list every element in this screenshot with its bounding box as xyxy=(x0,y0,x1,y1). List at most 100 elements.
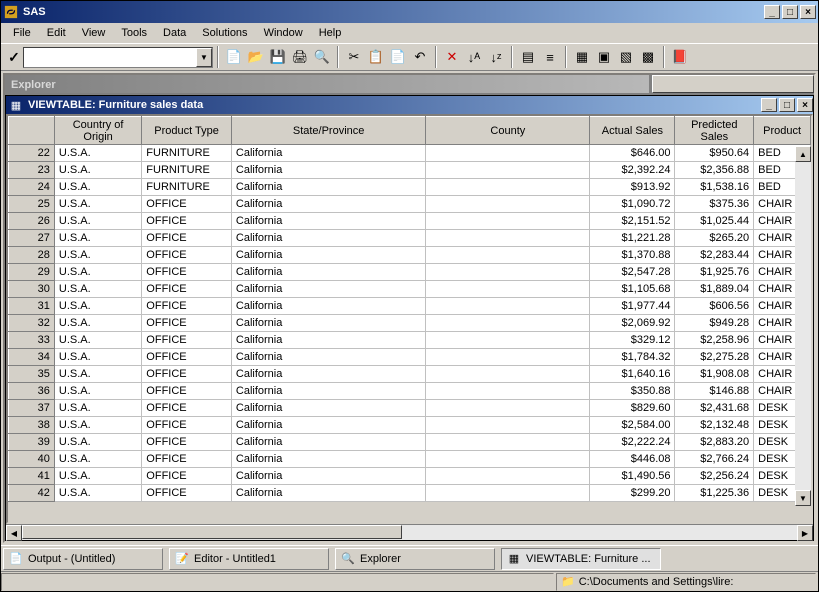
maximize-button[interactable]: □ xyxy=(782,5,798,19)
cell-actual[interactable]: $646.00 xyxy=(590,145,675,162)
child-close-button[interactable]: × xyxy=(797,98,813,112)
new-icon[interactable]: 📄 xyxy=(223,46,245,68)
scroll-down-icon[interactable]: ▼ xyxy=(795,490,811,506)
row-number[interactable]: 32 xyxy=(9,315,55,332)
cell-state[interactable]: California xyxy=(231,349,425,366)
cell-actual[interactable]: $329.12 xyxy=(590,332,675,349)
cell-country[interactable]: U.S.A. xyxy=(54,400,141,417)
cell-state[interactable]: California xyxy=(231,417,425,434)
table-row[interactable]: 39U.S.A.OFFICECalifornia$2,222.24$2,883.… xyxy=(9,434,811,451)
cell-country[interactable]: U.S.A. xyxy=(54,162,141,179)
table-row[interactable]: 23U.S.A.FURNITURECalifornia $2,392.24$2,3… xyxy=(9,162,811,179)
cell-state[interactable]: California xyxy=(231,162,425,179)
menu-help[interactable]: Help xyxy=(311,25,350,41)
cell-predicted[interactable]: $146.88 xyxy=(675,383,754,400)
column-header-actual[interactable]: Actual Sales xyxy=(590,117,675,145)
row-number[interactable]: 33 xyxy=(9,332,55,349)
save-icon[interactable]: 💾 xyxy=(267,46,289,68)
cell-county[interactable] xyxy=(426,315,590,332)
cell-ptype[interactable]: FURNITURE xyxy=(142,162,232,179)
cell-predicted[interactable]: $2,766.24 xyxy=(675,451,754,468)
cell-predicted[interactable]: $2,883.20 xyxy=(675,434,754,451)
cell-county[interactable] xyxy=(426,468,590,485)
menu-solutions[interactable]: Solutions xyxy=(194,25,255,41)
cell-actual[interactable]: $913.92 xyxy=(590,179,675,196)
table-row[interactable]: 36U.S.A.OFFICECalifornia$350.88$146.88CH… xyxy=(9,383,811,400)
cell-ptype[interactable]: OFFICE xyxy=(142,196,232,213)
cell-ptype[interactable]: OFFICE xyxy=(142,468,232,485)
cell-county[interactable] xyxy=(426,264,590,281)
table-row[interactable]: 25U.S.A.OFFICECalifornia$1,090.72$375.36… xyxy=(9,196,811,213)
cell-predicted[interactable]: $1,908.08 xyxy=(675,366,754,383)
cell-county[interactable] xyxy=(426,434,590,451)
vertical-scrollbar[interactable]: ▲ ▼ xyxy=(795,146,811,506)
cell-state[interactable]: California xyxy=(231,179,425,196)
cell-ptype[interactable]: OFFICE xyxy=(142,349,232,366)
cell-country[interactable]: U.S.A. xyxy=(54,451,141,468)
table-row[interactable]: 38U.S.A.OFFICECalifornia$2,584.00$2,132.… xyxy=(9,417,811,434)
cell-ptype[interactable]: OFFICE xyxy=(142,434,232,451)
row-number[interactable]: 28 xyxy=(9,247,55,264)
cell-state[interactable]: California xyxy=(231,451,425,468)
column-header-predicted[interactable]: Predicted Sales xyxy=(675,117,754,145)
task-button[interactable]: ▦VIEWTABLE: Furniture ... xyxy=(501,548,661,570)
menu-tools[interactable]: Tools xyxy=(113,25,155,41)
cell-ptype[interactable]: OFFICE xyxy=(142,366,232,383)
cell-predicted[interactable]: $606.56 xyxy=(675,298,754,315)
cell-actual[interactable]: $1,784.32 xyxy=(590,349,675,366)
cell-predicted[interactable]: $2,283.44 xyxy=(675,247,754,264)
submit-icon[interactable]: ✓ xyxy=(5,46,23,68)
cell-state[interactable]: California xyxy=(231,230,425,247)
cell-actual[interactable]: $2,222.24 xyxy=(590,434,675,451)
cell-actual[interactable]: $2,547.28 xyxy=(590,264,675,281)
row-number[interactable]: 30 xyxy=(9,281,55,298)
menu-window[interactable]: Window xyxy=(256,25,311,41)
cell-predicted[interactable]: $2,356.88 xyxy=(675,162,754,179)
copy-icon[interactable]: 📋 xyxy=(365,46,387,68)
cell-ptype[interactable]: OFFICE xyxy=(142,247,232,264)
chevron-down-icon[interactable]: ▼ xyxy=(196,48,212,67)
child-minimize-button[interactable]: _ xyxy=(761,98,777,112)
row-number[interactable]: 39 xyxy=(9,434,55,451)
tool1-icon[interactable]: ▤ xyxy=(517,46,539,68)
task-button[interactable]: 📝Editor - Untitled1 xyxy=(169,548,329,570)
table-row[interactable]: 26U.S.A.OFFICECalifornia$2,151.52$1,025.… xyxy=(9,213,811,230)
table-row[interactable]: 24U.S.A.FURNITURECalifornia$913.92$1,538… xyxy=(9,179,811,196)
cell-country[interactable]: U.S.A. xyxy=(54,281,141,298)
cell-county[interactable] xyxy=(426,349,590,366)
cell-country[interactable]: U.S.A. xyxy=(54,213,141,230)
cell-county[interactable] xyxy=(426,400,590,417)
cell-state[interactable]: California xyxy=(231,196,425,213)
cell-country[interactable]: U.S.A. xyxy=(54,298,141,315)
tool6-icon[interactable]: ▩ xyxy=(637,46,659,68)
cell-country[interactable]: U.S.A. xyxy=(54,315,141,332)
cell-predicted[interactable]: $949.28 xyxy=(675,315,754,332)
preview-icon[interactable]: 🔍 xyxy=(311,46,333,68)
cell-country[interactable]: U.S.A. xyxy=(54,247,141,264)
paste-icon[interactable]: 📄 xyxy=(387,46,409,68)
row-number[interactable]: 24 xyxy=(9,179,55,196)
cell-ptype[interactable]: OFFICE xyxy=(142,315,232,332)
cell-predicted[interactable]: $2,256.24 xyxy=(675,468,754,485)
explorer-panel-title[interactable]: Explorer xyxy=(5,75,649,93)
child-maximize-button[interactable]: □ xyxy=(779,98,795,112)
cell-state[interactable]: California xyxy=(231,315,425,332)
tool4-icon[interactable]: ▣ xyxy=(593,46,615,68)
cell-county[interactable] xyxy=(426,230,590,247)
row-number[interactable]: 40 xyxy=(9,451,55,468)
cell-ptype[interactable]: OFFICE xyxy=(142,451,232,468)
cell-ptype[interactable]: OFFICE xyxy=(142,264,232,281)
menu-view[interactable]: View xyxy=(74,25,114,41)
column-header-country[interactable]: Country of Origin xyxy=(54,117,141,145)
cell-country[interactable]: U.S.A. xyxy=(54,349,141,366)
cell-state[interactable]: California xyxy=(231,468,425,485)
cell-country[interactable]: U.S.A. xyxy=(54,332,141,349)
cell-actual[interactable]: $1,977.44 xyxy=(590,298,675,315)
scroll-up-icon[interactable]: ▲ xyxy=(795,146,811,162)
cell-actual[interactable]: $2,392.24 xyxy=(590,162,675,179)
cell-state[interactable]: California xyxy=(231,434,425,451)
delete-icon[interactable]: ✕ xyxy=(441,46,463,68)
row-number[interactable]: 23 xyxy=(9,162,55,179)
tool2-icon[interactable]: ≡ xyxy=(539,46,561,68)
table-row[interactable]: 40U.S.A.OFFICECalifornia$446.08$2,766.24… xyxy=(9,451,811,468)
